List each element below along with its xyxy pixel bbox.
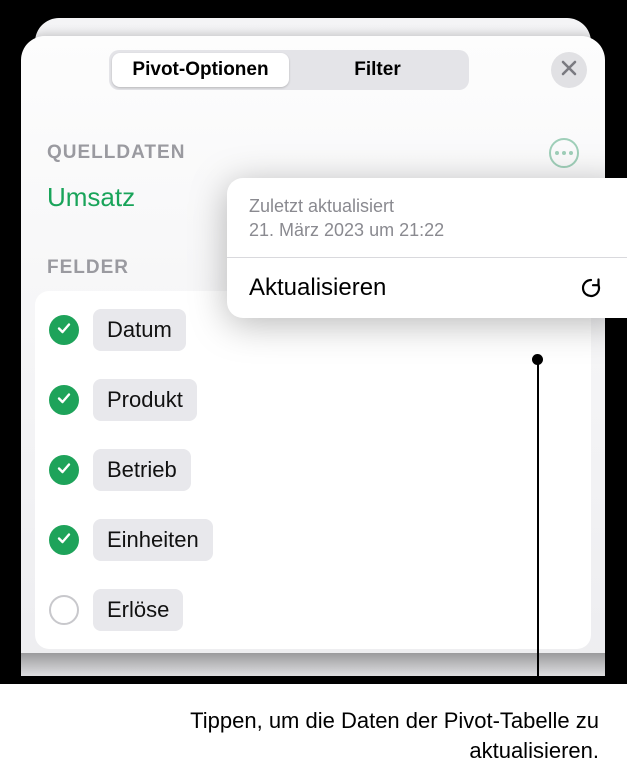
check-icon [56, 460, 72, 481]
tab-label: Filter [354, 59, 400, 81]
sheet-shadow [0, 653, 627, 681]
last-updated-value: 21. März 2023 um 21:22 [249, 220, 444, 240]
field-pill[interactable]: Datum [93, 309, 186, 351]
field-checkbox[interactable] [49, 385, 79, 415]
more-button[interactable] [549, 138, 579, 168]
last-updated: Zuletzt aktualisiert 21. März 2023 um 21… [227, 178, 627, 258]
check-icon [56, 530, 72, 551]
refresh-row[interactable]: Aktualisieren [227, 258, 627, 318]
field-row: Erlöse [35, 575, 591, 645]
refresh-icon [577, 274, 605, 302]
field-checkbox[interactable] [49, 525, 79, 555]
callout-text: Tippen, um die Daten der Pivot-Tabelle z… [120, 706, 599, 765]
refresh-popover: Zuletzt aktualisiert 21. März 2023 um 21… [227, 178, 627, 318]
check-icon [56, 320, 72, 341]
ellipsis-icon [555, 151, 559, 155]
field-pill[interactable]: Betrieb [93, 449, 191, 491]
close-button[interactable] [551, 52, 587, 88]
fields-list: Datum Produkt Betrieb Einheiten Erlöse [35, 291, 591, 649]
field-pill[interactable]: Einheiten [93, 519, 213, 561]
pivot-options-sheet: Pivot-Optionen Filter QUELLDATEN [21, 36, 605, 676]
segmented-control: Pivot-Optionen Filter [109, 50, 469, 90]
close-icon [561, 60, 577, 81]
tab-pivot-options[interactable]: Pivot-Optionen [112, 53, 289, 87]
check-icon [56, 390, 72, 411]
last-updated-label: Zuletzt aktualisiert [249, 196, 394, 216]
field-checkbox[interactable] [49, 315, 79, 345]
field-row: Produkt [35, 365, 591, 435]
source-data-header: QUELLDATEN [47, 142, 549, 164]
field-row: Betrieb [35, 435, 591, 505]
tab-filter[interactable]: Filter [289, 53, 466, 87]
field-pill[interactable]: Produkt [93, 379, 197, 421]
field-checkbox[interactable] [49, 455, 79, 485]
tab-label: Pivot-Optionen [132, 59, 268, 81]
field-row: Einheiten [35, 505, 591, 575]
refresh-label: Aktualisieren [249, 274, 577, 302]
field-pill[interactable]: Erlöse [93, 589, 183, 631]
field-checkbox[interactable] [49, 595, 79, 625]
